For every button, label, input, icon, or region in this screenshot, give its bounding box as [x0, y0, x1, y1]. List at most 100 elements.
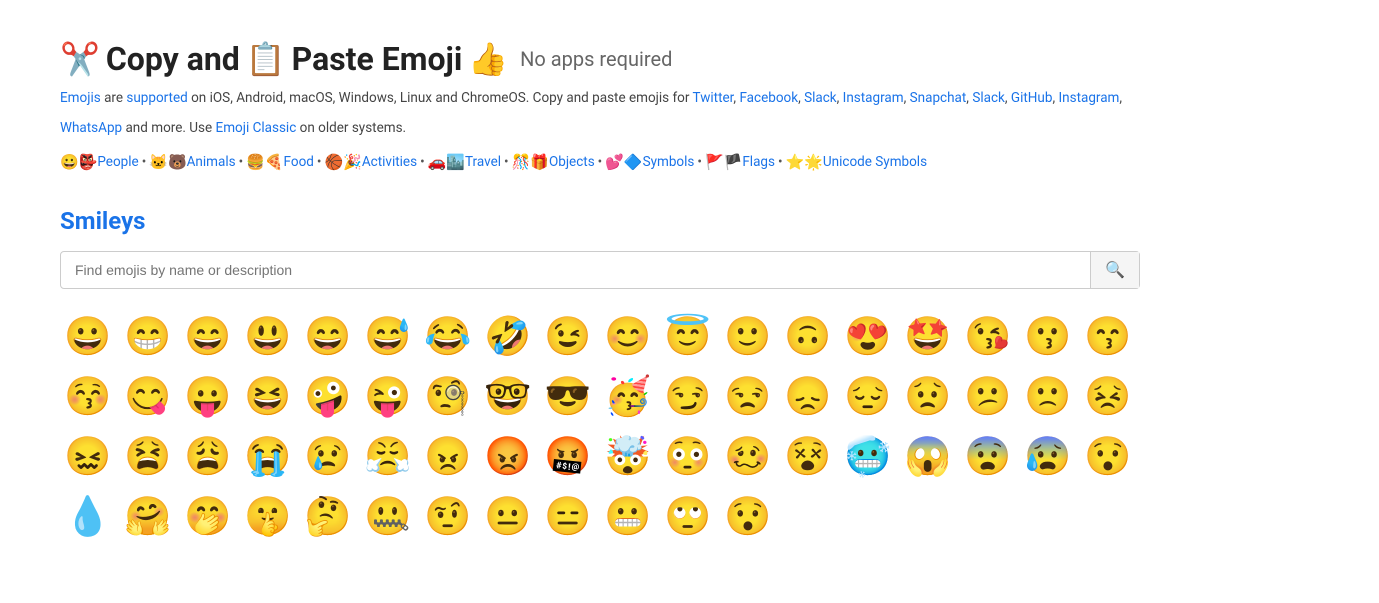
emoji-slightly-frowning[interactable]: 🙁: [1020, 369, 1076, 425]
instagram-link2[interactable]: Instagram: [1058, 90, 1119, 106]
emoji-wink[interactable]: 😉: [540, 309, 596, 365]
emoji-stuck-out-tongue[interactable]: 😛: [180, 369, 236, 425]
emoji-sob[interactable]: 😭: [240, 429, 296, 485]
snapchat-link[interactable]: Snapchat: [910, 90, 967, 106]
travel-emoji2-icon: 🏙️: [446, 147, 465, 177]
emoji-yum[interactable]: 😋: [120, 369, 176, 425]
emoji-upside-down[interactable]: 🙃: [780, 309, 836, 365]
emoji-worried[interactable]: 😟: [900, 369, 956, 425]
emoji-grimacing[interactable]: 😬: [600, 489, 656, 545]
supported-link[interactable]: supported: [126, 90, 187, 106]
food-emoji2-icon: 🍕: [265, 147, 284, 177]
emoji-zipper-mouth[interactable]: 🤐: [360, 489, 416, 545]
emoji-squinting[interactable]: 😆: [240, 369, 296, 425]
emoji-pensive[interactable]: 😔: [840, 369, 896, 425]
emoji-expressionless[interactable]: 😑: [540, 489, 596, 545]
emoji-raised-eyebrow[interactable]: 🤨: [420, 489, 476, 545]
emojis-link[interactable]: Emojis: [60, 90, 101, 106]
emoji-zany[interactable]: 🤪: [300, 369, 356, 425]
header: ✂️ Copy and 📋 Paste Emoji 👍 No apps requ…: [60, 40, 1319, 139]
slack-link2[interactable]: Slack: [972, 90, 1005, 106]
emoji-grinning[interactable]: 😀: [60, 309, 116, 365]
emoji-smirk[interactable]: 😏: [660, 369, 716, 425]
twitter-link[interactable]: Twitter: [693, 90, 734, 106]
emoji-kissing-heart[interactable]: 😘: [960, 309, 1016, 365]
emoji-sweat-smile[interactable]: 😅: [360, 309, 416, 365]
emoji-cursing[interactable]: 🤬: [540, 429, 596, 485]
emoji-shushing[interactable]: 🤫: [240, 489, 296, 545]
emoji-star-struck[interactable]: 🤩: [900, 309, 956, 365]
whatsapp-link[interactable]: WhatsApp: [60, 120, 122, 136]
emoji-classic-link[interactable]: Emoji Classic: [216, 120, 297, 136]
nav-activities[interactable]: Activities: [362, 149, 417, 176]
emoji-joy[interactable]: 😄: [180, 309, 236, 365]
emoji-unamused[interactable]: 😒: [720, 369, 776, 425]
emoji-cold-sweat[interactable]: 😰: [1020, 429, 1076, 485]
nav-objects[interactable]: Objects: [549, 149, 595, 176]
emoji-winking-tongue[interactable]: 😜: [360, 369, 416, 425]
emoji-smiley[interactable]: 😃: [240, 309, 296, 365]
nav-people[interactable]: People: [97, 149, 138, 176]
emoji-exploding[interactable]: 🤯: [600, 429, 656, 485]
emoji-blush[interactable]: 😊: [600, 309, 656, 365]
emoji-angry[interactable]: 😠: [420, 429, 476, 485]
emoji-hugging[interactable]: 🤗: [120, 489, 176, 545]
emoji-tired[interactable]: 😫: [120, 429, 176, 485]
emoji-sunglasses[interactable]: 😎: [540, 369, 596, 425]
emoji-sweat[interactable]: 💧: [60, 489, 116, 545]
emoji-laughing[interactable]: 😂: [420, 309, 476, 365]
nav-food[interactable]: Food: [284, 149, 314, 176]
emoji-partying[interactable]: 🥳: [600, 369, 656, 425]
emoji-monocle[interactable]: 🧐: [420, 369, 476, 425]
activities-emoji-icon: 🏀: [324, 147, 343, 177]
emoji-heart-eyes[interactable]: 😍: [840, 309, 896, 365]
emoji-hushed2[interactable]: 😯: [720, 489, 776, 545]
emoji-weary[interactable]: 😩: [180, 429, 236, 485]
search-input[interactable]: [61, 252, 1090, 288]
emoji-confused[interactable]: 😕: [960, 369, 1016, 425]
page-title: ✂️ Copy and 📋 Paste Emoji 👍 No apps requ…: [60, 40, 1319, 78]
emoji-persevere[interactable]: 😣: [1080, 369, 1136, 425]
emoji-slightly-smiling[interactable]: 🙂: [720, 309, 776, 365]
emoji-hushed[interactable]: 😯: [1080, 429, 1136, 485]
emoji-smile[interactable]: 😄: [300, 309, 356, 365]
travel-emoji-icon: 🚗: [428, 147, 447, 177]
emoji-dizzy[interactable]: 😵: [780, 429, 836, 485]
instagram-link1[interactable]: Instagram: [843, 90, 904, 106]
emoji-flushed[interactable]: 😳: [660, 429, 716, 485]
emoji-rolling-eyes[interactable]: 🙄: [660, 489, 716, 545]
emoji-disappointed[interactable]: 😞: [780, 369, 836, 425]
emoji-triumph[interactable]: 😤: [360, 429, 416, 485]
emoji-woozy[interactable]: 🥴: [720, 429, 776, 485]
emoji-hand-over-mouth[interactable]: 🤭: [180, 489, 236, 545]
slack-link1[interactable]: Slack: [804, 90, 837, 106]
nav-unicode[interactable]: Unicode Symbols: [823, 149, 927, 176]
emoji-cry[interactable]: 😢: [300, 429, 356, 485]
emoji-cold-face[interactable]: 🥶: [840, 429, 896, 485]
nav-flags[interactable]: Flags: [742, 149, 775, 176]
objects-emoji-icon: 🎊: [512, 147, 531, 177]
emoji-rofl[interactable]: 🤣: [480, 309, 536, 365]
emoji-nerd[interactable]: 🤓: [480, 369, 536, 425]
nav-animals[interactable]: Animals: [187, 149, 236, 176]
emoji-confounded[interactable]: 😖: [60, 429, 116, 485]
emoji-fearful[interactable]: 😨: [960, 429, 1016, 485]
emoji-kissing[interactable]: 😗: [1020, 309, 1076, 365]
emoji-thinking[interactable]: 🤔: [300, 489, 356, 545]
emoji-neutral[interactable]: 😐: [480, 489, 536, 545]
emoji-innocent[interactable]: 😇: [660, 309, 716, 365]
smileys-section: Smileys 🔍 😀 😁 😄 😃 😄 😅 😂 🤣 😉 😊 😇 🙂 🙃 😍 🤩 …: [60, 207, 1319, 545]
facebook-link[interactable]: Facebook: [739, 90, 798, 106]
nav-symbols[interactable]: Symbols: [643, 149, 695, 176]
emoji-kissing-closed[interactable]: 😚: [60, 369, 116, 425]
emoji-rage[interactable]: 😡: [480, 429, 536, 485]
animals-emoji2-icon: 🐻: [168, 147, 187, 177]
emoji-kissing-smiling[interactable]: 😙: [1080, 309, 1136, 365]
github-link[interactable]: GitHub: [1011, 90, 1053, 106]
unicode-emoji-icon: ⭐: [786, 147, 805, 177]
emoji-grin[interactable]: 😁: [120, 309, 176, 365]
search-button[interactable]: 🔍: [1090, 252, 1139, 288]
description-line2: WhatsApp and more. Use Emoji Classic on …: [60, 118, 1319, 140]
emoji-scream[interactable]: 😱: [900, 429, 956, 485]
nav-travel[interactable]: Travel: [465, 149, 501, 176]
